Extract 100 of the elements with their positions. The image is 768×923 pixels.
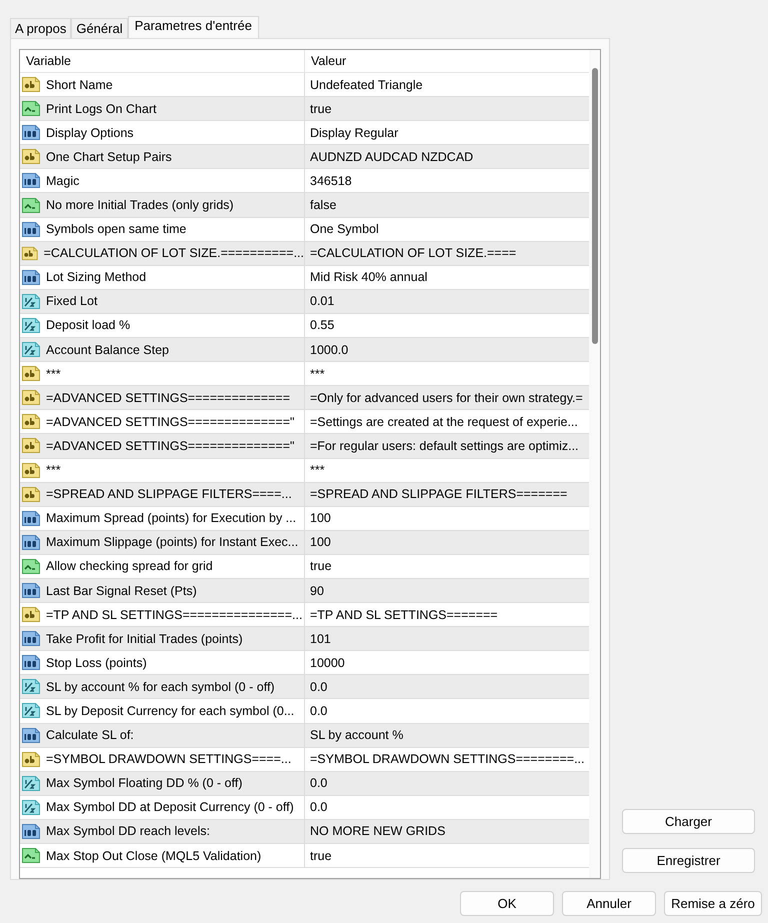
parameter-type-icon (21, 798, 41, 817)
variable-name: Lot Sizing Method (46, 270, 146, 284)
parameter-value[interactable]: =For regular users: default settings are optimiz... (310, 438, 579, 453)
variable-name: Symbols open same time (46, 222, 186, 236)
parameter-value[interactable]: 101 (310, 632, 331, 646)
parameter-type-icon (21, 99, 41, 118)
parameter-value[interactable]: 0.01 (310, 294, 334, 308)
variable-name: =ADVANCED SETTINGS==============" (46, 414, 294, 429)
parameter-value[interactable]: =Settings are created at the request of experie... (310, 414, 578, 429)
parameter-type-icon (21, 605, 41, 624)
parameter-value[interactable]: 1000.0 (310, 342, 348, 357)
parameter-value[interactable]: *** (310, 463, 325, 478)
parameter-value[interactable]: 0.0 (310, 704, 328, 718)
variable-name: Magic (46, 174, 80, 188)
parameter-type-icon (21, 364, 41, 384)
variable-name: Max Symbol Floating DD % (0 - off) (46, 776, 242, 790)
variable-name: Last Bar Signal Reset (Pts) (46, 584, 197, 598)
dialog-button[interactable]: OK (460, 891, 554, 916)
parameter-value[interactable]: 100 (310, 511, 331, 526)
variable-name: No more Initial Trades (only grids) (46, 198, 234, 212)
tab[interactable]: Général (71, 18, 128, 38)
parameter-type-icon (21, 316, 41, 335)
scrollbar[interactable] (589, 50, 600, 878)
column-header[interactable]: Variable (20, 50, 305, 72)
parameter-value[interactable]: 90 (310, 584, 324, 598)
parameter-type-icon (21, 292, 41, 311)
parameter-type-icon (21, 388, 41, 408)
parameter-value[interactable]: false (310, 198, 336, 212)
scrollbar-thumb[interactable] (592, 68, 598, 344)
parameter-type-icon (21, 268, 41, 287)
parameter-type-icon (21, 581, 41, 600)
parameter-type-icon (21, 147, 41, 166)
parameter-value[interactable]: *** (310, 366, 325, 381)
variable-name: *** (46, 366, 61, 381)
parameter-type-icon (21, 412, 41, 432)
variable-name: Short Name (46, 78, 113, 92)
variable-name: =ADVANCED SETTINGS============== (46, 390, 290, 405)
parameter-type-icon (21, 220, 41, 239)
parameter-value[interactable]: =TP AND SL SETTINGS======= (310, 608, 498, 622)
variable-name: Max Symbol DD reach levels: (46, 824, 210, 838)
column-header[interactable]: Valeur (305, 50, 590, 72)
parameter-type-icon (21, 460, 41, 480)
parameter-value[interactable]: 0.0 (310, 800, 328, 814)
parameter-type-icon (21, 822, 41, 841)
parameter-value[interactable]: SL by account % (310, 728, 404, 742)
parameter-value[interactable]: AUDNZD AUDCAD NZDCAD (310, 150, 474, 164)
parameter-value[interactable]: 0.55 (310, 318, 334, 332)
parameter-type-icon (21, 774, 41, 793)
parameter-type-icon (21, 532, 41, 552)
parameter-type-icon (21, 508, 41, 528)
variable-name: SL by Deposit Currency for each symbol (0... (46, 704, 294, 718)
side-button[interactable]: Enregistrer (622, 848, 755, 873)
variable-name: =SYMBOL DRAWDOWN SETTINGS====... (46, 752, 292, 766)
parameter-value[interactable]: 10000 (310, 656, 345, 670)
parameter-type-icon (21, 75, 41, 94)
parameter-value[interactable]: 0.0 (310, 776, 328, 790)
parameter-value[interactable]: Display Regular (310, 126, 398, 140)
parameter-value[interactable]: 100 (310, 535, 331, 550)
variable-name: Max Stop Out Close (MQL5 Validation) (46, 848, 262, 863)
variable-name: Deposit load % (46, 318, 130, 332)
variable-name: =SPREAD AND SLIPPAGE FILTERS====... (46, 487, 292, 502)
parameter-value[interactable]: =CALCULATION OF LOT SIZE.==== (310, 246, 516, 260)
parameter-value[interactable]: Undefeated Triangle (310, 78, 423, 92)
parameter-value[interactable]: 0.0 (310, 680, 328, 694)
parameter-type-icon (21, 171, 41, 190)
parameter-type-icon (21, 846, 41, 866)
parameter-type-icon (21, 750, 41, 769)
variable-name: Stop Loss (points) (46, 656, 147, 670)
dialog-button[interactable]: Remise a zéro (664, 891, 762, 916)
parameter-value[interactable]: 346518 (310, 174, 352, 188)
parameter-value[interactable]: NO MORE NEW GRIDS (310, 824, 446, 838)
variable-name: Take Profit for Initial Trades (points) (46, 632, 243, 646)
parameter-value[interactable]: true (310, 848, 332, 863)
dialog-button[interactable]: Annuler (562, 891, 656, 916)
parameter-value[interactable]: =SPREAD AND SLIPPAGE FILTERS======= (310, 487, 568, 502)
variable-name: Maximum Slippage (points) for Instant Exec... (46, 535, 298, 550)
variable-name: Display Options (46, 126, 134, 140)
variable-name: Print Logs On Chart (46, 102, 156, 116)
parameter-value[interactable]: true (310, 559, 332, 574)
parameter-value[interactable]: =SYMBOL DRAWDOWN SETTINGS========... (310, 752, 585, 766)
variable-name: =ADVANCED SETTINGS==============" (46, 438, 294, 453)
variable-name: =CALCULATION OF LOT SIZE.==========... (44, 246, 304, 260)
parameter-type-icon (21, 726, 41, 745)
variable-name: =TP AND SL SETTINGS===============... (46, 608, 302, 622)
parameter-value[interactable]: Mid Risk 40% annual (310, 270, 428, 284)
parameter-type-icon (21, 677, 41, 696)
variable-name: Allow checking spread for grid (46, 559, 213, 574)
variable-name: Calculate SL of: (46, 728, 134, 742)
parameter-type-icon (21, 556, 41, 576)
parameter-type-icon (21, 436, 41, 456)
variable-name: Account Balance Step (46, 342, 169, 357)
tab[interactable]: A propos (10, 18, 72, 38)
parameter-value[interactable]: =Only for advanced users for their own strategy.= (310, 390, 583, 405)
parameter-type-icon (21, 484, 41, 504)
parameter-type-icon (21, 629, 41, 648)
tab[interactable]: Parametres d'entrée (128, 16, 259, 38)
parameter-type-icon (21, 701, 41, 720)
parameter-value[interactable]: true (310, 102, 332, 116)
parameter-value[interactable]: One Symbol (310, 222, 379, 236)
side-button[interactable]: Charger (622, 809, 755, 834)
